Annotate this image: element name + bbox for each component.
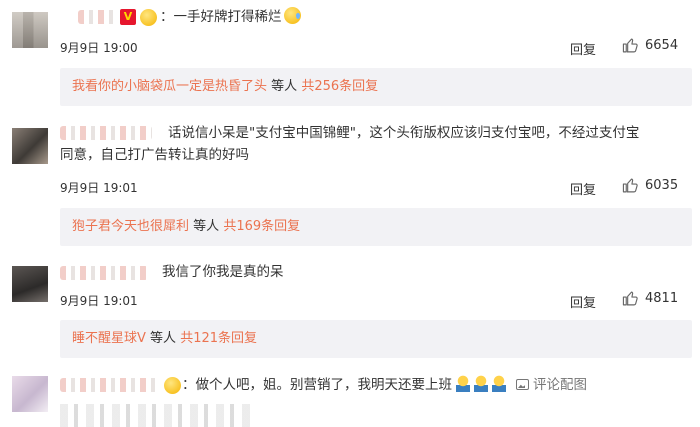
blurred-comment-image[interactable]	[60, 404, 250, 427]
thumbs-up-icon	[622, 291, 638, 306]
verified-badge-icon: V	[120, 9, 136, 25]
like-count: 6654	[645, 38, 679, 53]
sub-reply-others: 等人	[150, 331, 177, 346]
sub-replies-box[interactable]: 狍子君今天也很犀利 等人 共169条回复	[60, 208, 692, 246]
image-icon[interactable]	[516, 379, 529, 390]
sub-reply-user[interactable]: 狍子君今天也很犀利	[72, 219, 189, 234]
comment-text: 我信了你我是真的呆	[162, 264, 284, 280]
sad-figure-emoji-icon	[492, 375, 506, 392]
avatar[interactable]	[12, 266, 48, 302]
comment-text: 话说信小呆是"支付宝中国锦鲤"，这个头衔版权应该归支付宝吧，不经过支付宝 同意，…	[60, 125, 640, 163]
sub-reply-count[interactable]: 共256条回复	[301, 79, 378, 94]
reply-button[interactable]: 回复	[570, 292, 596, 311]
like-button[interactable]: 4811	[622, 290, 678, 307]
sad-figure-emoji-icon	[456, 375, 470, 392]
tearful-emoji-icon	[283, 7, 301, 24]
username-blurred[interactable]	[60, 378, 160, 392]
sad-figure-emoji-icon	[474, 375, 488, 392]
sub-reply-count[interactable]: 共121条回复	[180, 331, 257, 346]
like-count: 4811	[645, 291, 679, 306]
sub-replies-box[interactable]: 睡不醒星球V 等人 共121条回复	[60, 320, 692, 358]
avatar[interactable]	[12, 376, 48, 412]
comment-date: 9月9日 19:00	[60, 41, 138, 55]
comment-1: V ：一手好牌打得稀烂 9月9日 19:00 回复 6654 我看你的小脑袋瓜一…	[0, 0, 700, 118]
like-count: 6035	[645, 178, 679, 193]
member-badge-icon	[140, 9, 157, 26]
sub-reply-user[interactable]: 睡不醒星球V	[72, 331, 146, 346]
like-button[interactable]: 6654	[622, 37, 678, 54]
comment-text: ：一手好牌打得稀烂	[160, 6, 301, 28]
sub-reply-user[interactable]: 我看你的小脑袋瓜一定是热昏了头	[72, 79, 267, 94]
comment-3: 我信了你我是真的呆 9月9日 19:01 回复 4811 睡不醒星球V 等人 共…	[0, 250, 700, 362]
thumbs-up-icon	[622, 38, 638, 53]
reply-button[interactable]: 回复	[570, 39, 596, 58]
avatar[interactable]	[12, 12, 48, 48]
sub-replies-box[interactable]: 我看你的小脑袋瓜一定是热昏了头 等人 共256条回复	[60, 68, 692, 106]
comment-date: 9月9日 19:01	[60, 294, 138, 308]
reply-button[interactable]: 回复	[570, 179, 596, 198]
username-blurred[interactable]	[78, 10, 118, 24]
comment-2: 话说信小呆是"支付宝中国锦鲤"，这个头衔版权应该归支付宝吧，不经过支付宝 同意，…	[0, 118, 700, 250]
sub-reply-others: 等人	[271, 79, 298, 94]
comment-date: 9月9日 19:01	[60, 181, 138, 195]
like-button[interactable]: 6035	[622, 177, 678, 194]
avatar[interactable]	[12, 128, 48, 164]
sub-reply-count[interactable]: 共169条回复	[223, 219, 300, 234]
member-badge-icon	[164, 377, 181, 394]
comment-text: ：做个人吧，姐。别营销了，我明天还要上班 评论配图	[182, 375, 587, 393]
username-blurred[interactable]	[60, 266, 148, 280]
sub-reply-others: 等人	[193, 219, 220, 234]
thumbs-up-icon	[622, 178, 638, 193]
view-comment-image-link[interactable]: 评论配图	[533, 377, 587, 393]
